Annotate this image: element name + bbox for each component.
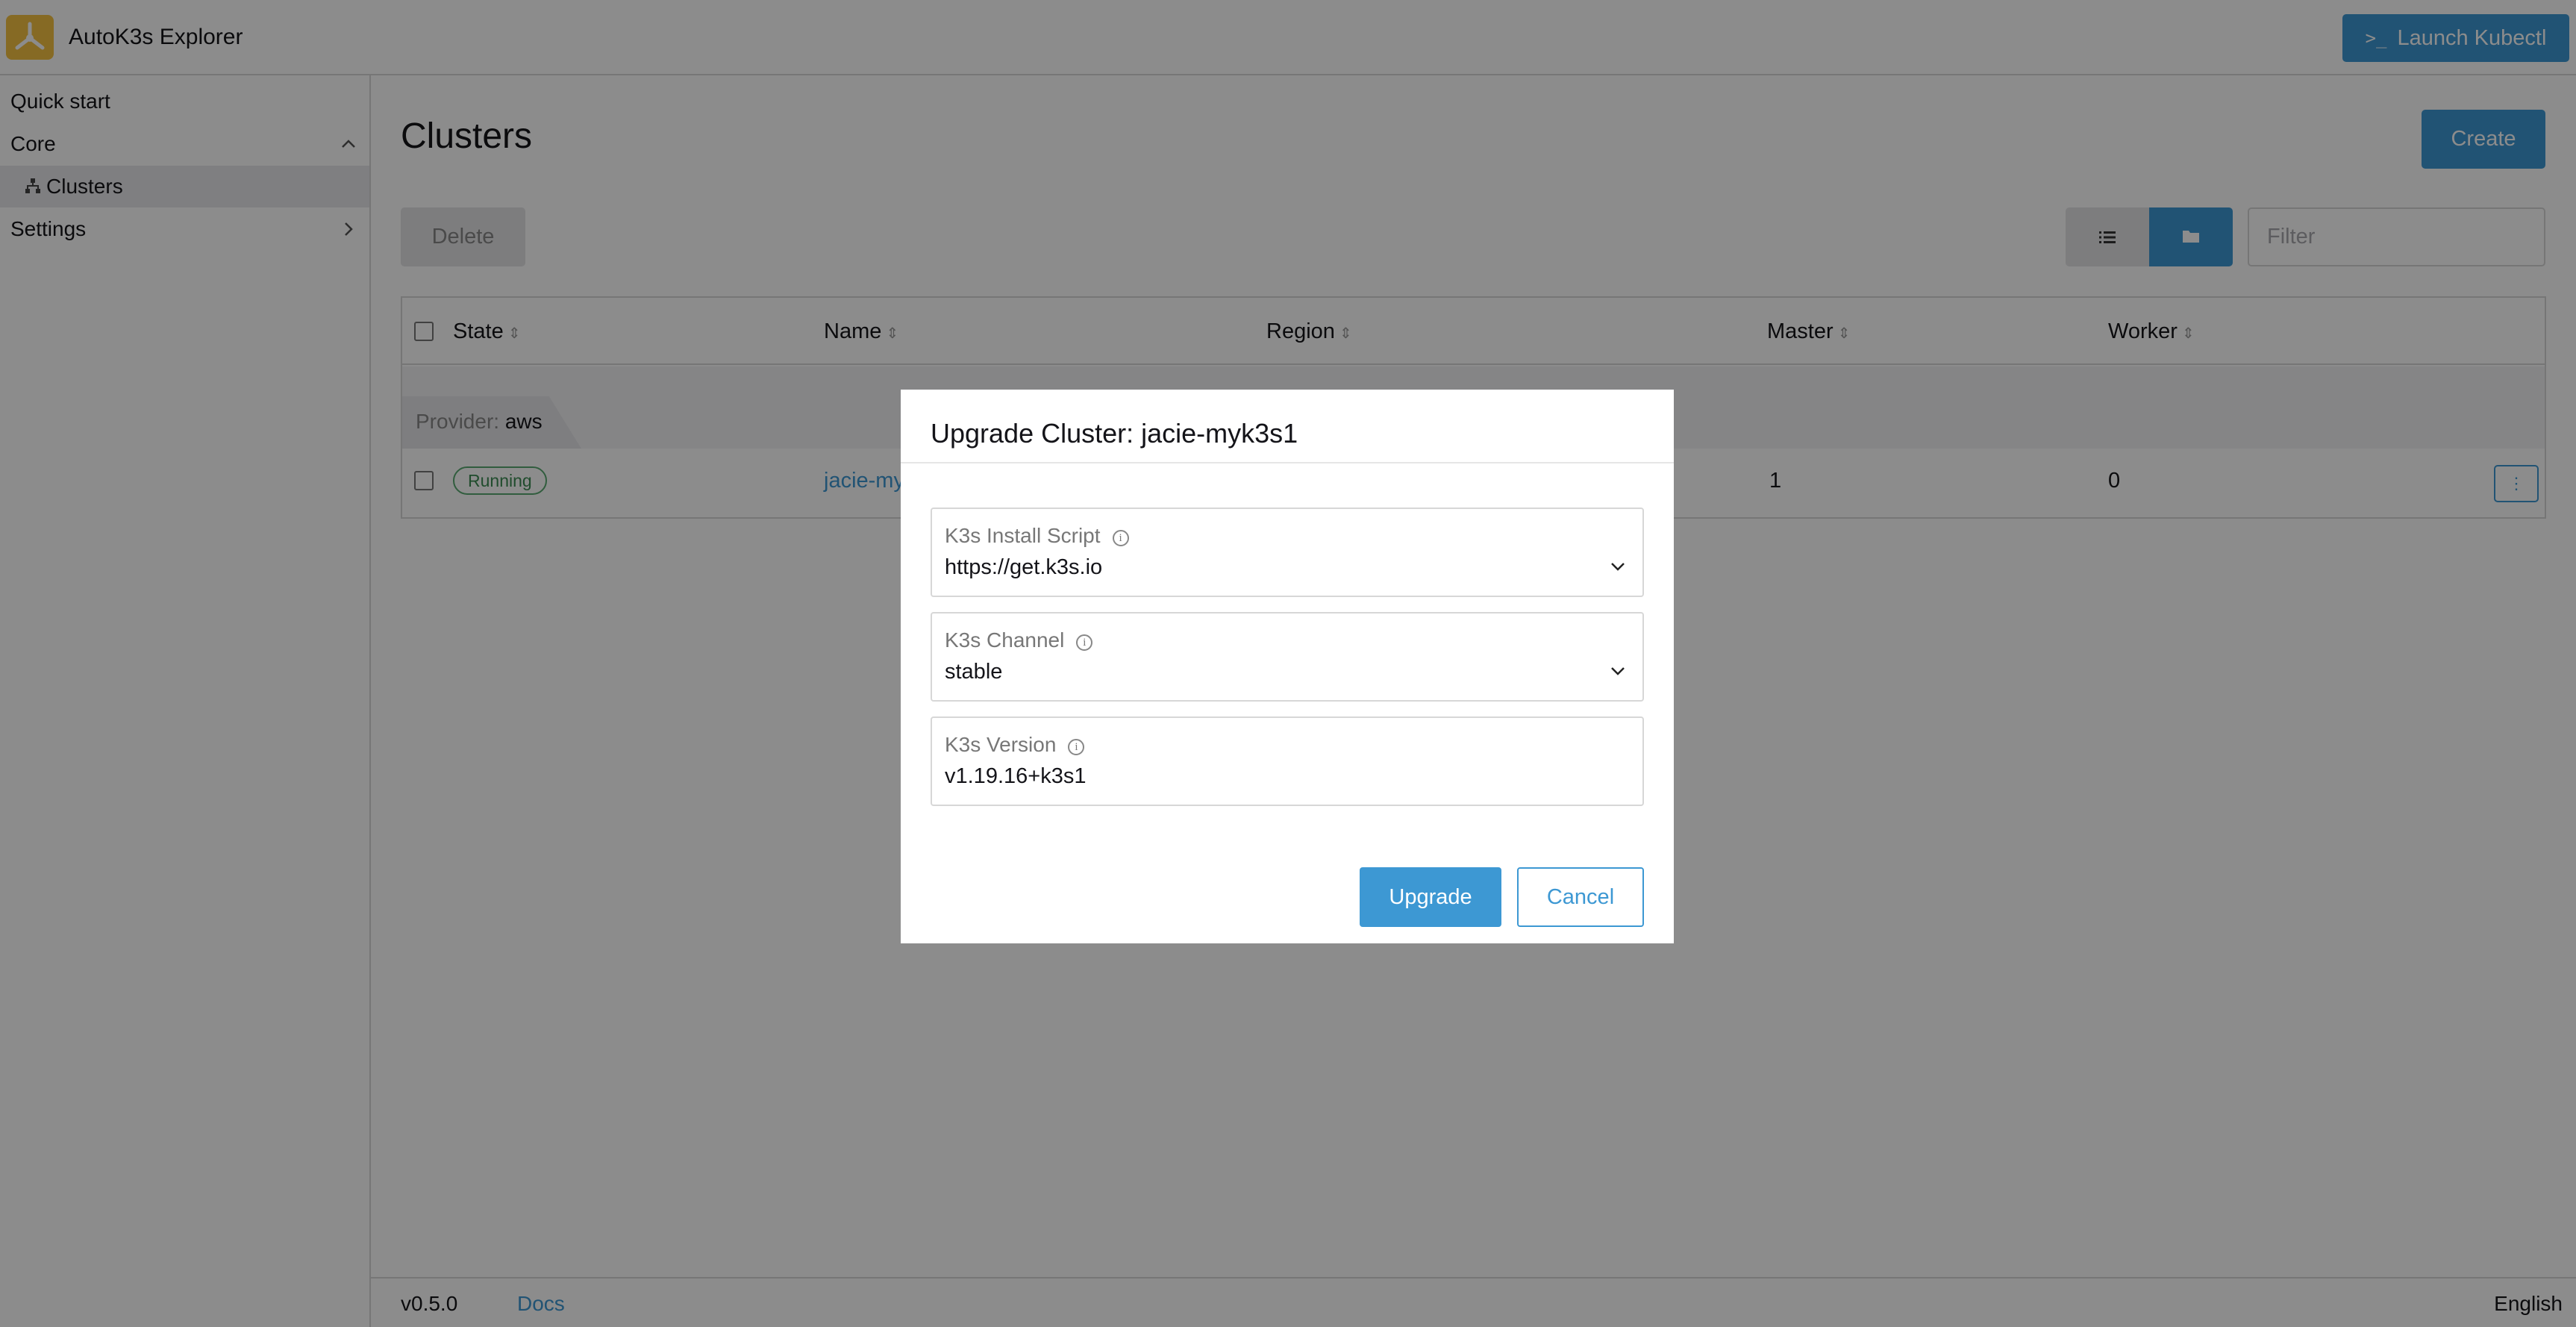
field-label: K3s Install Script i (945, 524, 1129, 548)
field-value: stable (945, 660, 1003, 684)
field-value[interactable]: v1.19.16+k3s1 (945, 764, 1086, 789)
k3s-install-script-select[interactable]: K3s Install Script i https://get.k3s.io (931, 508, 1644, 597)
upgrade-cluster-dialog: Upgrade Cluster: jacie-myk3s1 K3s Instal… (901, 390, 1674, 943)
field-value: https://get.k3s.io (945, 555, 1103, 579)
k3s-channel-select[interactable]: K3s Channel i stable (931, 612, 1644, 702)
chevron-down-icon (1607, 660, 1629, 682)
field-label: K3s Channel i (945, 628, 1093, 652)
divider (901, 462, 1674, 463)
upgrade-button[interactable]: Upgrade (1360, 867, 1501, 927)
cancel-button[interactable]: Cancel (1517, 867, 1644, 927)
info-icon[interactable]: i (1068, 739, 1085, 755)
k3s-version-input[interactable]: K3s Version i v1.19.16+k3s1 (931, 716, 1644, 806)
dialog-title: Upgrade Cluster: jacie-myk3s1 (931, 418, 1298, 449)
info-icon[interactable]: i (1112, 530, 1129, 546)
info-icon[interactable]: i (1076, 634, 1093, 651)
field-label: K3s Version i (945, 733, 1085, 757)
chevron-down-icon (1607, 555, 1629, 578)
